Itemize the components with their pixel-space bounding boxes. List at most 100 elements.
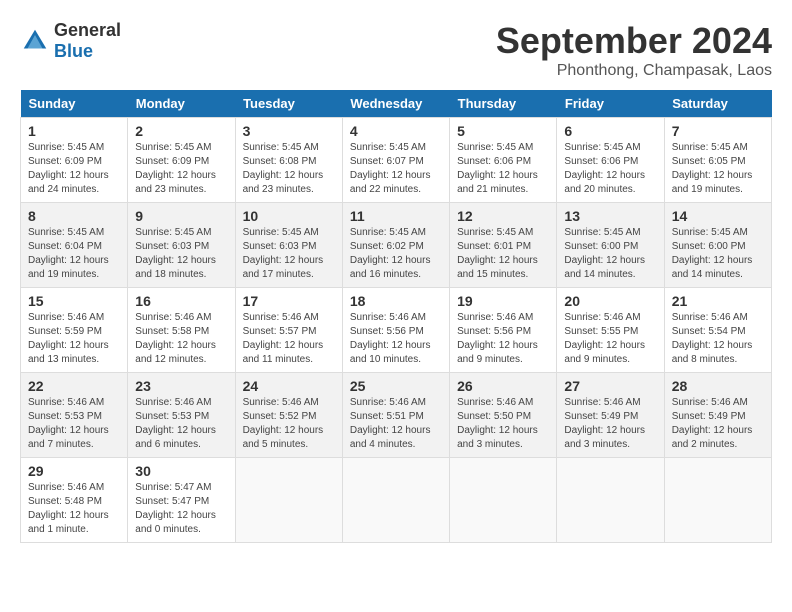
day-info: Sunrise: 5:46 AM Sunset: 5:54 PM Dayligh… (672, 311, 764, 367)
logo-icon (20, 26, 50, 56)
weekday-header-wednesday: Wednesday (342, 90, 449, 118)
day-info: Sunrise: 5:46 AM Sunset: 5:56 PM Dayligh… (350, 311, 442, 367)
day-number: 14 (672, 208, 764, 224)
day-number: 23 (135, 378, 227, 394)
day-number: 10 (243, 208, 335, 224)
day-number: 3 (243, 123, 335, 139)
calendar-cell: 12 Sunrise: 5:45 AM Sunset: 6:01 PM Dayli… (450, 203, 557, 288)
day-number: 2 (135, 123, 227, 139)
calendar-cell: 14 Sunrise: 5:45 AM Sunset: 6:00 PM Dayli… (664, 203, 771, 288)
day-info: Sunrise: 5:45 AM Sunset: 6:06 PM Dayligh… (564, 141, 656, 197)
day-info: Sunrise: 5:46 AM Sunset: 5:59 PM Dayligh… (28, 311, 120, 367)
calendar-cell: 29 Sunrise: 5:46 AM Sunset: 5:48 PM Dayli… (21, 458, 128, 543)
day-info: Sunrise: 5:45 AM Sunset: 6:01 PM Dayligh… (457, 226, 549, 282)
day-number: 18 (350, 293, 442, 309)
weekday-header-monday: Monday (128, 90, 235, 118)
calendar-cell: 16 Sunrise: 5:46 AM Sunset: 5:58 PM Dayli… (128, 288, 235, 373)
calendar-cell: 2 Sunrise: 5:45 AM Sunset: 6:09 PM Daylig… (128, 118, 235, 203)
calendar-cell: 19 Sunrise: 5:46 AM Sunset: 5:56 PM Dayli… (450, 288, 557, 373)
calendar-cell (557, 458, 664, 543)
title-block: September 2024 Phonthong, Champasak, Lao… (496, 20, 772, 80)
day-number: 26 (457, 378, 549, 394)
calendar-cell: 4 Sunrise: 5:45 AM Sunset: 6:07 PM Daylig… (342, 118, 449, 203)
day-number: 8 (28, 208, 120, 224)
day-number: 5 (457, 123, 549, 139)
location-title: Phonthong, Champasak, Laos (496, 62, 772, 80)
calendar-week-5: 29 Sunrise: 5:46 AM Sunset: 5:48 PM Dayli… (21, 458, 772, 543)
calendar-cell: 21 Sunrise: 5:46 AM Sunset: 5:54 PM Dayli… (664, 288, 771, 373)
day-info: Sunrise: 5:46 AM Sunset: 5:48 PM Dayligh… (28, 481, 120, 537)
day-number: 1 (28, 123, 120, 139)
day-number: 25 (350, 378, 442, 394)
weekday-header-saturday: Saturday (664, 90, 771, 118)
day-number: 22 (28, 378, 120, 394)
weekday-header-thursday: Thursday (450, 90, 557, 118)
day-number: 16 (135, 293, 227, 309)
day-number: 4 (350, 123, 442, 139)
day-number: 20 (564, 293, 656, 309)
page-header: General Blue September 2024 Phonthong, C… (20, 20, 772, 80)
weekday-header-sunday: Sunday (21, 90, 128, 118)
day-info: Sunrise: 5:45 AM Sunset: 6:00 PM Dayligh… (672, 226, 764, 282)
day-info: Sunrise: 5:46 AM Sunset: 5:58 PM Dayligh… (135, 311, 227, 367)
calendar-week-1: 1 Sunrise: 5:45 AM Sunset: 6:09 PM Daylig… (21, 118, 772, 203)
calendar-cell: 17 Sunrise: 5:46 AM Sunset: 5:57 PM Dayli… (235, 288, 342, 373)
day-info: Sunrise: 5:45 AM Sunset: 6:05 PM Dayligh… (672, 141, 764, 197)
day-number: 9 (135, 208, 227, 224)
day-info: Sunrise: 5:45 AM Sunset: 6:03 PM Dayligh… (243, 226, 335, 282)
day-info: Sunrise: 5:46 AM Sunset: 5:52 PM Dayligh… (243, 396, 335, 452)
weekday-header-tuesday: Tuesday (235, 90, 342, 118)
calendar-cell: 20 Sunrise: 5:46 AM Sunset: 5:55 PM Dayli… (557, 288, 664, 373)
day-info: Sunrise: 5:45 AM Sunset: 6:04 PM Dayligh… (28, 226, 120, 282)
calendar-cell: 24 Sunrise: 5:46 AM Sunset: 5:52 PM Dayli… (235, 373, 342, 458)
calendar-cell: 25 Sunrise: 5:46 AM Sunset: 5:51 PM Dayli… (342, 373, 449, 458)
calendar-cell (342, 458, 449, 543)
calendar-cell: 23 Sunrise: 5:46 AM Sunset: 5:53 PM Dayli… (128, 373, 235, 458)
day-number: 30 (135, 463, 227, 479)
day-info: Sunrise: 5:46 AM Sunset: 5:50 PM Dayligh… (457, 396, 549, 452)
day-number: 7 (672, 123, 764, 139)
day-info: Sunrise: 5:45 AM Sunset: 6:00 PM Dayligh… (564, 226, 656, 282)
month-title: September 2024 (496, 20, 772, 62)
day-number: 28 (672, 378, 764, 394)
calendar-cell: 3 Sunrise: 5:45 AM Sunset: 6:08 PM Daylig… (235, 118, 342, 203)
day-number: 29 (28, 463, 120, 479)
day-info: Sunrise: 5:45 AM Sunset: 6:09 PM Dayligh… (28, 141, 120, 197)
day-info: Sunrise: 5:46 AM Sunset: 5:56 PM Dayligh… (457, 311, 549, 367)
day-info: Sunrise: 5:45 AM Sunset: 6:07 PM Dayligh… (350, 141, 442, 197)
day-info: Sunrise: 5:46 AM Sunset: 5:55 PM Dayligh… (564, 311, 656, 367)
day-number: 17 (243, 293, 335, 309)
calendar-cell: 1 Sunrise: 5:45 AM Sunset: 6:09 PM Daylig… (21, 118, 128, 203)
calendar-week-2: 8 Sunrise: 5:45 AM Sunset: 6:04 PM Daylig… (21, 203, 772, 288)
calendar-cell (450, 458, 557, 543)
weekday-header-friday: Friday (557, 90, 664, 118)
day-number: 12 (457, 208, 549, 224)
calendar-week-4: 22 Sunrise: 5:46 AM Sunset: 5:53 PM Dayli… (21, 373, 772, 458)
calendar-cell (664, 458, 771, 543)
day-info: Sunrise: 5:46 AM Sunset: 5:53 PM Dayligh… (135, 396, 227, 452)
calendar-cell: 5 Sunrise: 5:45 AM Sunset: 6:06 PM Daylig… (450, 118, 557, 203)
day-number: 21 (672, 293, 764, 309)
day-info: Sunrise: 5:45 AM Sunset: 6:09 PM Dayligh… (135, 141, 227, 197)
calendar-cell: 30Sunrise: 5:47 AM Sunset: 5:47 PM Dayli… (128, 458, 235, 543)
weekday-header-row: SundayMondayTuesdayWednesdayThursdayFrid… (21, 90, 772, 118)
calendar-table: SundayMondayTuesdayWednesdayThursdayFrid… (20, 90, 772, 543)
day-info: Sunrise: 5:46 AM Sunset: 5:49 PM Dayligh… (564, 396, 656, 452)
day-info: Sunrise: 5:46 AM Sunset: 5:53 PM Dayligh… (28, 396, 120, 452)
day-info: Sunrise: 5:46 AM Sunset: 5:51 PM Dayligh… (350, 396, 442, 452)
day-number: 19 (457, 293, 549, 309)
calendar-cell: 9 Sunrise: 5:45 AM Sunset: 6:03 PM Daylig… (128, 203, 235, 288)
day-info: Sunrise: 5:45 AM Sunset: 6:06 PM Dayligh… (457, 141, 549, 197)
day-info: Sunrise: 5:46 AM Sunset: 5:49 PM Dayligh… (672, 396, 764, 452)
day-info: Sunrise: 5:46 AM Sunset: 5:57 PM Dayligh… (243, 311, 335, 367)
calendar-cell: 7 Sunrise: 5:45 AM Sunset: 6:05 PM Daylig… (664, 118, 771, 203)
day-number: 24 (243, 378, 335, 394)
calendar-cell: 28 Sunrise: 5:46 AM Sunset: 5:49 PM Dayli… (664, 373, 771, 458)
day-info: Sunrise: 5:45 AM Sunset: 6:08 PM Dayligh… (243, 141, 335, 197)
day-info: Sunrise: 5:45 AM Sunset: 6:02 PM Dayligh… (350, 226, 442, 282)
calendar-cell: 11Sunrise: 5:45 AM Sunset: 6:02 PM Dayli… (342, 203, 449, 288)
calendar-cell (235, 458, 342, 543)
day-info: Sunrise: 5:45 AM Sunset: 6:03 PM Dayligh… (135, 226, 227, 282)
calendar-cell: 6Sunrise: 5:45 AM Sunset: 6:06 PM Daylig… (557, 118, 664, 203)
logo: General Blue (20, 20, 121, 62)
